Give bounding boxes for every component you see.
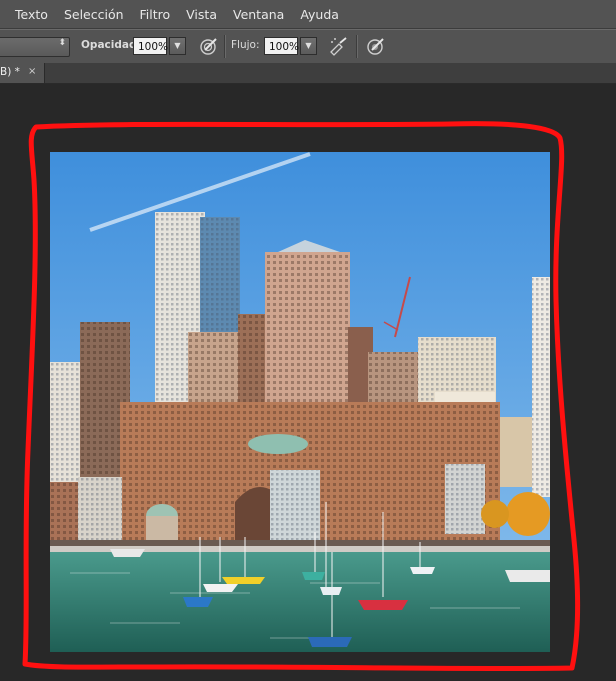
chevron-down-icon: ▼: [305, 41, 312, 50]
document-tab[interactable]: B) * ×: [0, 63, 45, 83]
opacity-label: Opacidad:: [81, 39, 141, 51]
menu-texto[interactable]: Texto: [15, 7, 48, 22]
close-icon[interactable]: ×: [28, 66, 36, 77]
options-bar: ⬍ Opacidad: 100% ▼ Flujo: 100% ▼: [0, 29, 616, 64]
menu-vista[interactable]: Vista: [186, 7, 217, 22]
chevron-down-icon: ▼: [174, 41, 181, 50]
menu-ventana[interactable]: Ventana: [233, 7, 284, 22]
menu-bar: Texto Selección Filtro Vista Ventana Ayu…: [0, 0, 616, 29]
airbrush-icon[interactable]: [327, 35, 349, 57]
canvas-photo: [50, 152, 550, 652]
document-tab-bar: B) * ×: [0, 63, 616, 84]
separator: [356, 35, 358, 58]
brush-pressure-size-icon[interactable]: [364, 35, 386, 57]
separator: [224, 35, 226, 58]
brush-pressure-icon[interactable]: [197, 35, 219, 57]
menu-ayuda[interactable]: Ayuda: [300, 7, 339, 22]
menu-filtro[interactable]: Filtro: [140, 7, 171, 22]
skyline-photo: [50, 152, 550, 652]
flow-label: Flujo:: [231, 39, 260, 51]
brush-mode-select[interactable]: ⬍: [0, 37, 70, 57]
document-tab-label: B) *: [0, 66, 20, 78]
flow-input[interactable]: 100%: [264, 37, 299, 55]
spin-arrows-icon: ⬍: [58, 38, 66, 48]
flow-dropdown[interactable]: ▼: [300, 37, 317, 55]
menu-seleccion[interactable]: Selección: [64, 7, 124, 22]
opacity-dropdown[interactable]: ▼: [169, 37, 186, 55]
opacity-input[interactable]: 100%: [133, 37, 168, 55]
